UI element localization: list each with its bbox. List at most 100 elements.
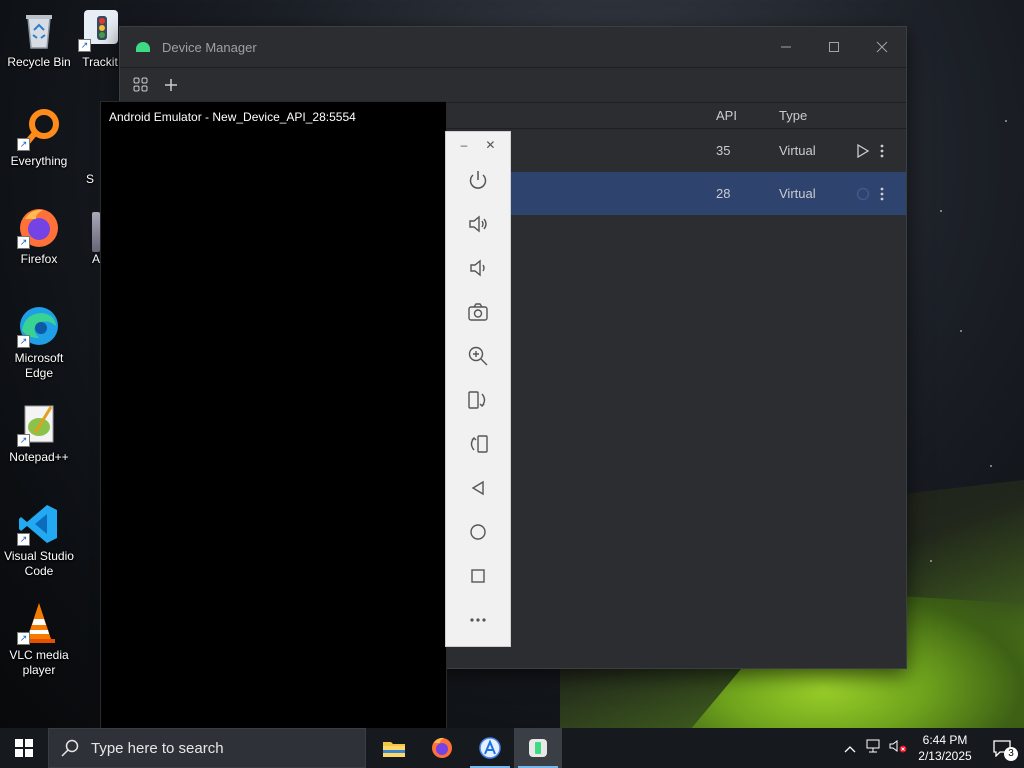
star xyxy=(930,560,932,562)
desktop-icon-everything[interactable]: ↗ Everything xyxy=(1,107,77,169)
volume-button[interactable] xyxy=(886,739,910,758)
volume-muted-icon xyxy=(889,739,907,752)
shortcut-arrow-icon: ↗ xyxy=(17,434,30,447)
desktop-icon-label: Firefox xyxy=(20,252,58,266)
device-type: Virtual xyxy=(779,143,816,158)
maximize-icon xyxy=(829,42,839,52)
column-header-api[interactable]: API xyxy=(716,108,737,123)
star xyxy=(1005,120,1007,122)
device-manager-toolbar xyxy=(120,67,906,103)
volume-up-icon xyxy=(469,215,487,233)
desktop-icon-vlc[interactable]: ↗ VLC media player xyxy=(1,601,77,678)
device-groups-button[interactable] xyxy=(126,71,156,99)
device-groups-icon xyxy=(133,77,148,92)
file-explorer-icon xyxy=(383,742,405,757)
start-button[interactable] xyxy=(0,728,48,768)
recycle-bin-icon xyxy=(17,8,61,52)
star xyxy=(990,465,992,467)
device-type: Virtual xyxy=(779,186,816,201)
network-button[interactable] xyxy=(862,739,886,758)
search-placeholder: Type here to search xyxy=(91,739,224,757)
clock-date: 2/13/2025 xyxy=(918,749,972,763)
screenshot-button[interactable] xyxy=(446,290,510,334)
star xyxy=(940,210,942,212)
taskbar-search-box[interactable]: Type here to search xyxy=(48,728,366,768)
android-logo-icon xyxy=(136,42,150,52)
desktop-icon-label: Notepad++ xyxy=(9,450,69,464)
show-hidden-icons-button[interactable] xyxy=(838,740,862,756)
taskbar: Type here to search 6:44 PM 2/13/2025 3 xyxy=(0,728,1024,768)
emulator-window[interactable]: Android Emulator - New_Device_API_28:555… xyxy=(100,101,447,731)
network-icon xyxy=(866,739,880,752)
rotate-right-icon xyxy=(470,435,488,453)
close-icon xyxy=(876,41,888,53)
firefox-icon xyxy=(432,737,452,758)
minimize-button[interactable] xyxy=(762,27,810,67)
play-icon[interactable] xyxy=(856,143,870,158)
chevron-up-icon xyxy=(844,746,856,753)
desktop-icon-edge[interactable]: ↗ Microsoft Edge xyxy=(1,304,77,381)
taskbar-emulator[interactable] xyxy=(514,728,562,768)
add-icon xyxy=(165,79,177,91)
shortcut-arrow-icon: ↗ xyxy=(17,335,30,348)
shortcut-arrow-icon: ↗ xyxy=(17,138,30,151)
notification-count-badge: 3 xyxy=(1004,747,1018,761)
trackit-icon: ↗ xyxy=(78,8,122,52)
vlc-icon: ↗ xyxy=(17,601,61,645)
desktop-icon-notepadpp[interactable]: ↗ Notepad++ xyxy=(1,403,77,465)
desktop-icon-firefox[interactable]: ↗ Firefox xyxy=(1,205,77,267)
shortcut-arrow-icon: ↗ xyxy=(17,236,30,249)
more-vertical-icon[interactable] xyxy=(880,187,884,201)
desktop-icon-label: Microsoft Edge xyxy=(14,351,64,380)
taskbar-file-explorer[interactable] xyxy=(370,728,418,768)
taskbar-firefox[interactable] xyxy=(418,728,466,768)
emulator-close-button[interactable]: ✕ xyxy=(485,138,495,152)
shortcut-arrow-icon: ↗ xyxy=(78,39,91,52)
taskbar-clock[interactable]: 6:44 PM 2/13/2025 xyxy=(910,732,980,764)
edge-icon: ↗ xyxy=(17,304,61,348)
action-center-button[interactable]: 3 xyxy=(980,739,1024,761)
minimize-icon xyxy=(781,46,791,48)
window-title: Device Manager xyxy=(162,39,257,55)
taskbar-android-studio[interactable] xyxy=(466,728,514,768)
rotate-right-button[interactable] xyxy=(446,422,510,466)
windows-icon xyxy=(15,739,33,757)
more-button[interactable] xyxy=(446,598,510,642)
desktop-icon-label: Trackit xyxy=(82,55,118,69)
desktop-icon-label: Recycle Bin xyxy=(7,55,71,69)
android-studio-icon xyxy=(479,737,501,759)
desktop-icon-recycle-bin[interactable]: Recycle Bin xyxy=(1,8,77,70)
desktop-icon-label: Everything xyxy=(10,154,68,168)
more-icon xyxy=(470,618,486,622)
emulator-minimize-button[interactable]: – xyxy=(461,138,468,152)
more-vertical-icon[interactable] xyxy=(880,144,884,158)
maximize-button[interactable] xyxy=(810,27,858,67)
power-button[interactable] xyxy=(446,158,510,202)
search-icon xyxy=(61,739,79,757)
add-device-button[interactable] xyxy=(156,71,186,99)
partial-icon xyxy=(92,212,100,252)
emulator-toolbar: – ✕ xyxy=(445,131,511,647)
zoom-button[interactable] xyxy=(446,334,510,378)
power-icon xyxy=(469,171,487,189)
volume-down-icon xyxy=(470,259,485,277)
device-manager-titlebar[interactable]: Device Manager xyxy=(120,27,906,67)
rotate-left-button[interactable] xyxy=(446,378,510,422)
shortcut-arrow-icon: ↗ xyxy=(17,632,30,645)
volume-up-button[interactable] xyxy=(446,202,510,246)
desktop-icon-trackit[interactable]: ↗ Trackit xyxy=(78,8,122,70)
close-button[interactable] xyxy=(858,27,906,67)
back-button[interactable] xyxy=(446,466,510,510)
volume-down-button[interactable] xyxy=(446,246,510,290)
device-api: 35 xyxy=(716,143,731,158)
home-button[interactable] xyxy=(446,510,510,554)
desktop-icon-vscode[interactable]: ↗ Visual Studio Code xyxy=(1,502,77,579)
column-header-type[interactable]: Type xyxy=(779,108,807,123)
firefox-icon: ↗ xyxy=(17,205,61,249)
overview-button[interactable] xyxy=(446,554,510,598)
vscode-icon: ↗ xyxy=(17,502,61,546)
home-icon xyxy=(470,524,486,540)
back-icon xyxy=(471,480,484,496)
everything-icon: ↗ xyxy=(17,107,61,151)
system-tray: 6:44 PM 2/13/2025 3 xyxy=(838,728,1024,768)
